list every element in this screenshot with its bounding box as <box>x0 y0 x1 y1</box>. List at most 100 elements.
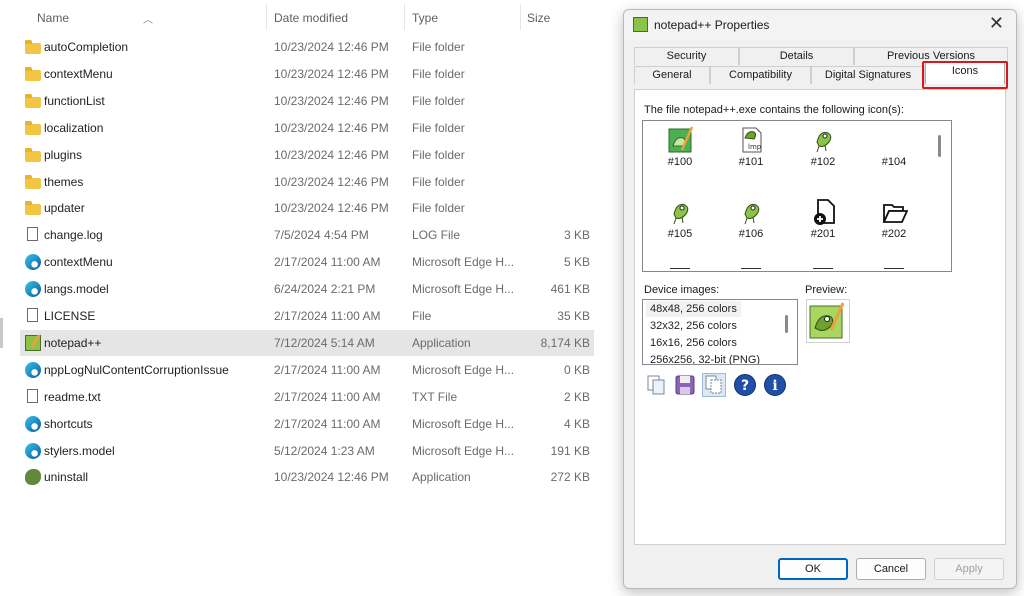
edge-icon <box>25 415 41 432</box>
file-type: File folder <box>412 66 465 81</box>
title-bar[interactable]: notepad++ Properties ✕ <box>624 10 1016 40</box>
icon-id-label: #106 <box>738 228 764 240</box>
file-size: 2 KB <box>563 389 590 404</box>
file-row[interactable]: plugins 10/23/2024 12:46 PM File folder <box>20 142 594 168</box>
icon-cell[interactable]: #105 <box>650 195 710 255</box>
file-date: 10/23/2024 12:46 PM <box>274 470 389 485</box>
folder-icon <box>25 40 41 54</box>
copy-icon[interactable] <box>644 373 668 397</box>
file-row[interactable]: functionList 10/23/2024 12:46 PM File fold… <box>20 88 594 114</box>
file-date: 10/23/2024 12:46 PM <box>274 174 389 189</box>
icon-id-label: #102 <box>810 156 836 168</box>
file-size: 191 KB <box>550 443 590 458</box>
notepadpp-large-icon <box>668 126 694 154</box>
document-icon <box>27 308 38 322</box>
file-name: LICENSE <box>44 309 96 323</box>
file-type: File folder <box>412 40 465 54</box>
info-icon[interactable]: i <box>763 373 787 397</box>
file-type: File folder <box>412 93 465 108</box>
file-row[interactable]: stylers.model 5/12/2024 1:23 AM Microsoft … <box>20 438 594 464</box>
icon-cell[interactable]: #106 <box>721 195 781 255</box>
icon-id-label: #201 <box>810 228 836 240</box>
file-date: 7/5/2024 4:54 PM <box>274 228 369 243</box>
preview-label: Preview: <box>805 284 848 296</box>
icon-cell[interactable]: #102 <box>793 123 853 183</box>
folder-icon <box>25 147 41 162</box>
file-date: 2/17/2024 11:00 AM <box>274 255 381 270</box>
tab-digital-signatures[interactable]: Digital Signatures <box>811 66 925 84</box>
file-size: 0 KB <box>563 362 590 377</box>
column-size[interactable]: Size <box>527 11 550 25</box>
file-name: stylers.model <box>44 443 115 458</box>
folder-icon <box>25 174 41 189</box>
device-list-scrollbar[interactable] <box>785 315 788 333</box>
file-row[interactable]: LICENSE 2/17/2024 11:00 AM File 35 KB <box>20 303 594 329</box>
file-type: Microsoft Edge H... <box>412 282 515 297</box>
column-divider[interactable] <box>266 4 267 30</box>
edge-icon <box>25 442 41 459</box>
device-image-item[interactable]: 16x16, 256 colors <box>650 335 737 351</box>
file-name: plugins <box>44 147 83 162</box>
tab-compatibility[interactable]: Compatibility <box>710 66 811 84</box>
file-row[interactable]: notepad++ 7/12/2024 5:14 AM Application 8,1… <box>20 329 594 356</box>
tab-details[interactable]: Details <box>739 47 854 65</box>
device-image-item[interactable]: 48x48, 256 colors <box>646 301 741 317</box>
file-row[interactable]: contextMenu 2/17/2024 11:00 AM Microsoft E… <box>20 249 594 275</box>
icon-id-label: #105 <box>667 228 693 240</box>
file-row[interactable]: uninstall 10/23/2024 12:46 PM Application 2… <box>20 464 594 490</box>
column-name[interactable]: Name <box>37 11 69 25</box>
icon-list-scrollbar[interactable] <box>938 135 941 157</box>
help-icon[interactable]: ? <box>733 373 757 397</box>
file-type: File <box>412 309 432 323</box>
file-date: 10/23/2024 12:46 PM <box>274 120 389 135</box>
column-divider[interactable] <box>520 4 521 30</box>
column-divider[interactable] <box>404 4 405 30</box>
partial-icon-row <box>741 268 761 269</box>
file-type: File folder <box>412 120 465 135</box>
file-name: notepad++ <box>44 335 102 350</box>
column-date-modified[interactable]: Date modified <box>274 11 348 25</box>
tab-security[interactable]: Security <box>634 47 739 65</box>
file-type: File folder <box>412 174 465 189</box>
column-type[interactable]: Type <box>412 11 438 25</box>
apply-button[interactable]: Apply <box>934 558 1004 580</box>
ok-button[interactable]: OK <box>778 558 848 580</box>
tab-general[interactable]: General <box>634 66 710 84</box>
file-row[interactable]: shortcuts 2/17/2024 11:00 AM Microsoft Edg… <box>20 411 594 437</box>
file-date: 10/23/2024 12:46 PM <box>274 201 389 216</box>
notepadpp-icon <box>633 17 648 32</box>
file-row[interactable]: change.log 7/5/2024 4:54 PM LOG File 3 KB <box>20 222 594 248</box>
file-row[interactable]: langs.model 6/24/2024 2:21 PM Microsoft Ed… <box>20 276 594 302</box>
icons-caption: The file notepad++.exe contains the foll… <box>644 104 904 116</box>
save-icon[interactable] <box>673 373 697 397</box>
file-name: readme.txt <box>44 389 101 404</box>
file-row[interactable]: updater 10/23/2024 12:46 PM File folder <box>20 195 594 221</box>
close-button[interactable]: ✕ <box>989 13 1004 34</box>
icon-cell[interactable]: lmp #101 <box>721 123 781 183</box>
file-row[interactable]: contextMenu 10/23/2024 12:46 PM File folde… <box>20 61 594 87</box>
icon-cell[interactable]: #202 <box>864 195 924 255</box>
file-name: themes <box>44 174 84 189</box>
file-row[interactable]: localization 10/23/2024 12:46 PM File fold… <box>20 115 594 141</box>
file-row[interactable]: readme.txt 2/17/2024 11:00 AM TXT File 2 KB <box>20 384 594 410</box>
svg-text:?: ? <box>741 378 749 394</box>
document-icon <box>27 388 38 403</box>
file-row[interactable]: nppLogNulContentCorruptionIssue 2/17/2024… <box>20 357 594 383</box>
icon-cell[interactable]: #100 <box>650 123 710 183</box>
file-row[interactable]: autoCompletion 10/23/2024 12:46 PM File fo… <box>20 34 594 60</box>
device-image-item[interactable]: 32x32, 256 colors <box>650 318 737 334</box>
icon-cell[interactable]: #201 <box>793 195 853 255</box>
file-date: 6/24/2024 2:21 PM <box>274 282 376 297</box>
extract-icon[interactable] <box>702 373 726 397</box>
device-image-item[interactable]: 256x256, 32-bit (PNG) <box>650 352 760 364</box>
file-size: 272 KB <box>550 470 590 485</box>
folder-icon <box>25 66 41 81</box>
file-type: Application <box>412 470 471 485</box>
dialog-title: notepad++ Properties <box>654 18 770 32</box>
cancel-button[interactable]: Cancel <box>856 558 926 580</box>
device-images-list[interactable]: 48x48, 256 colors 32x32, 256 colors 16x1… <box>642 299 798 365</box>
icon-list[interactable]: #100 lmp #101 #102 #104 #105 #106 #201 #202 <box>642 120 952 272</box>
icon-cell[interactable]: #104 <box>864 123 924 183</box>
file-date: 2/17/2024 11:00 AM <box>274 309 381 323</box>
file-row[interactable]: themes 10/23/2024 12:46 PM File folder <box>20 169 594 195</box>
